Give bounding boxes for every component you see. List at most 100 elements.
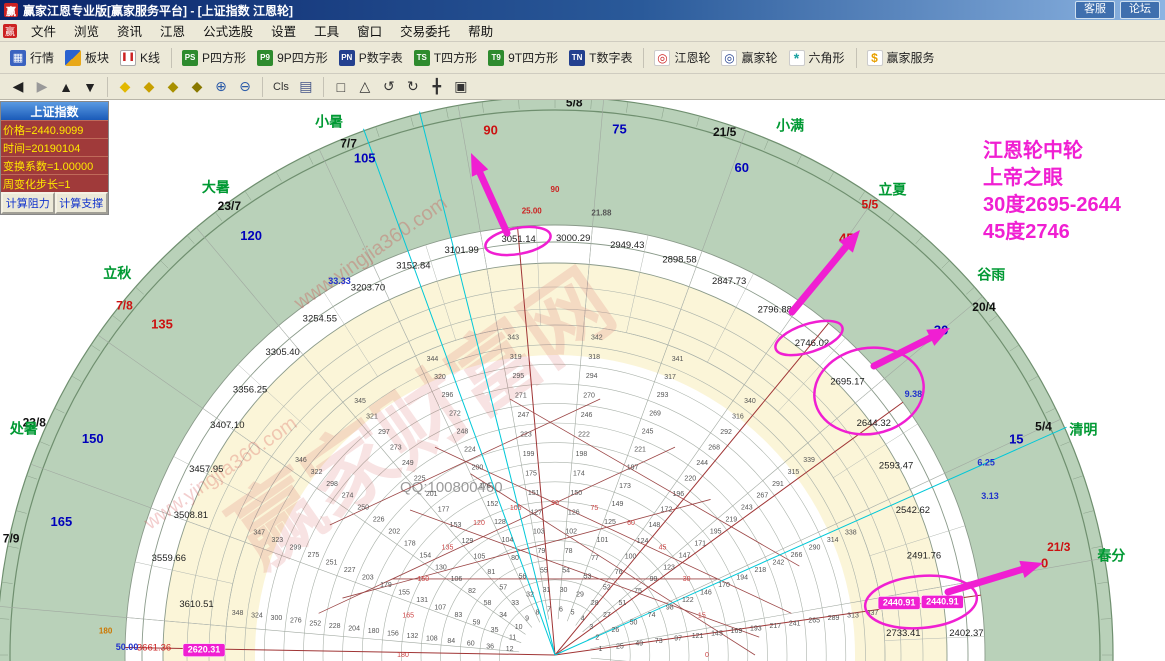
toolbar-item-service[interactable]: $ 赢家服务 [862,47,940,68]
svg-text:200: 200 [472,465,484,472]
svg-text:342: 342 [591,334,603,341]
menu-item-news[interactable]: 资讯 [108,18,151,43]
zoom-in-icon[interactable]: ⊕ [209,76,233,98]
rotate-ccw-icon[interactable]: ↺ [377,76,401,98]
support-button[interactable]: 客服 [1075,1,1115,19]
svg-text:52: 52 [603,584,611,591]
zoom-out-icon[interactable]: ⊖ [233,76,257,98]
svg-text:347: 347 [253,529,265,536]
svg-text:9: 9 [525,616,529,623]
toolbar-item-kline[interactable]: ▌▐ K线 [115,47,165,68]
svg-text:150: 150 [570,490,582,497]
svg-text:50.00: 50.00 [116,642,139,652]
main-toolbar: ▦ 行情 板块 ▌▐ K线 PS P四方形 P9 9P四方形 PN P数字表 TS T四方形 T9 9T四方… [0,42,1165,74]
toolbar-item-label: 江恩轮 [674,51,711,65]
cls-button[interactable]: Cls [268,76,294,98]
toolbar-item-p9[interactable]: P9 9P四方形 [252,47,333,68]
calc-resistance-button[interactable]: 计算阻力 [1,192,55,214]
screen-icon[interactable]: ▣ [449,76,473,98]
svg-text:25.00: 25.00 [522,207,543,216]
quote-panel-title[interactable]: 上证指数 [1,102,108,120]
svg-text:132: 132 [407,633,419,640]
svg-text:15: 15 [698,613,706,620]
toolbar-item-tn[interactable]: TN T数字表 [564,47,637,68]
toolbar-item-ts[interactable]: TS T四方形 [409,47,482,68]
move-cross-icon[interactable]: ╋ [425,76,449,98]
rotate-cw-icon[interactable]: ↻ [401,76,425,98]
menu-item-window[interactable]: 窗口 [348,18,391,43]
svg-text:202: 202 [388,529,400,536]
svg-text:51: 51 [619,600,627,607]
toolbar-item-gann-wheel[interactable]: ◎ 江恩轮 [649,47,715,68]
svg-text:30: 30 [560,587,568,594]
pointer-down-icon[interactable]: ▼ [78,76,102,98]
menu-item-file[interactable]: 文件 [22,18,65,43]
svg-text:82: 82 [468,588,476,595]
svg-text:204: 204 [348,625,360,632]
nav-back-icon[interactable]: ◀ [6,76,30,98]
svg-text:2440.91: 2440.91 [883,597,916,607]
svg-text:135: 135 [442,544,454,551]
svg-text:57: 57 [499,584,507,591]
svg-text:315: 315 [788,469,800,476]
svg-text:150: 150 [82,431,104,446]
toolbar-item-ps[interactable]: PS P四方形 [177,47,251,68]
toolbar-item-hangqing[interactable]: ▦ 行情 [5,47,59,68]
svg-text:30: 30 [683,576,691,583]
diamond-tool-2-icon[interactable]: ◆ [137,76,161,98]
toolbar-item-winner-wheel[interactable]: ◎ 赢家轮 [716,47,782,68]
nav-forward-icon[interactable]: ▶ [30,76,54,98]
menu-item-tools[interactable]: 工具 [305,18,348,43]
svg-text:146: 146 [700,589,712,596]
svg-text:293: 293 [657,392,669,399]
diamond-tool-4-icon[interactable]: ◆ [185,76,209,98]
toolbar-item-pn[interactable]: PN P数字表 [334,47,408,68]
svg-text:199: 199 [523,451,535,458]
bankuai-icon [65,49,82,66]
svg-text:105: 105 [510,505,522,512]
svg-text:145: 145 [711,631,723,638]
svg-text:107: 107 [434,604,446,611]
svg-text:58: 58 [484,600,492,607]
svg-text:220: 220 [684,476,696,483]
svg-text:319: 319 [510,354,522,361]
forum-button[interactable]: 论坛 [1120,1,1160,19]
hexagon-icon: * [788,49,805,66]
svg-text:198: 198 [576,451,588,458]
svg-text:5/4: 5/4 [1035,419,1052,433]
svg-text:2898.58: 2898.58 [662,255,696,266]
svg-text:31: 31 [543,587,551,594]
pointer-up-icon[interactable]: ▲ [54,76,78,98]
diamond-tool-3-icon[interactable]: ◆ [161,76,185,98]
svg-text:3.13: 3.13 [981,491,999,501]
menu-item-settings[interactable]: 设置 [262,18,305,43]
svg-text:297: 297 [378,429,390,436]
svg-text:174: 174 [573,470,585,477]
svg-text:222: 222 [578,432,590,439]
shape-triangle-icon[interactable]: △ [353,76,377,98]
toolbar-separator [262,76,263,97]
shape-rect-icon[interactable]: □ [329,76,353,98]
doc-icon[interactable]: ▤ [294,76,318,98]
menu-item-formula-stock-picker[interactable]: 公式选股 [194,18,262,43]
diamond-tool-1-icon[interactable]: ◆ [113,76,137,98]
svg-text:73: 73 [655,638,663,645]
svg-text:274: 274 [342,493,354,500]
svg-text:21.88: 21.88 [591,209,612,218]
menu-item-browse[interactable]: 浏览 [65,18,108,43]
svg-text:171: 171 [694,540,706,547]
ps-icon: PS [182,49,199,66]
svg-text:55: 55 [540,568,548,575]
calc-support-button[interactable]: 计算支撑 [54,192,108,214]
toolbar-item-bankuai[interactable]: 板块 [60,47,114,68]
svg-text:49: 49 [635,641,643,648]
toolbar-item-hexagon[interactable]: * 六角形 [784,47,850,68]
svg-text:32: 32 [526,591,534,598]
toolbar-item-t9[interactable]: T9 9T四方形 [483,47,563,68]
svg-text:2491.76: 2491.76 [907,551,941,562]
menu-item-gann[interactable]: 江恩 [151,18,194,43]
svg-text:245: 245 [642,428,654,435]
menu-item-trade-entrust[interactable]: 交易委托 [391,18,459,43]
svg-text:大暑: 大暑 [202,179,230,195]
menu-item-help[interactable]: 帮助 [459,18,502,43]
